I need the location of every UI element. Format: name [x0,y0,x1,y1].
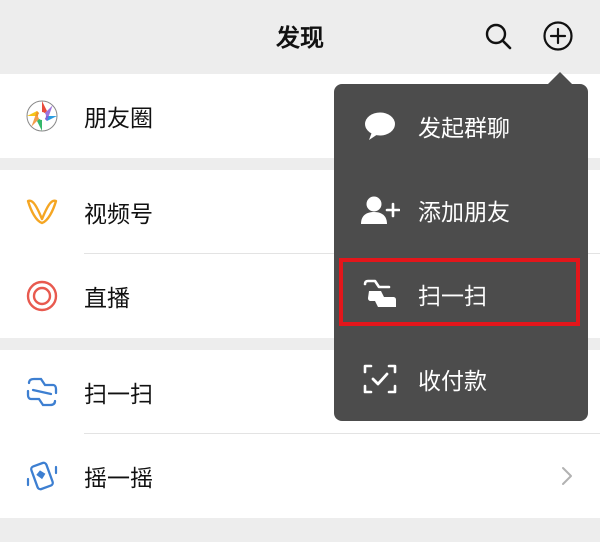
highlight-annotation [339,258,580,326]
popup-arrow [548,72,572,84]
menu-item-payment[interactable]: 收付款 [334,337,588,421]
menu-item-label: 添加朋友 [418,200,510,226]
list-item-label: 摇一摇 [84,466,153,492]
search-icon [485,23,512,50]
add-menu-button[interactable] [542,20,574,52]
scan-icon [24,374,60,410]
chevron-right-icon [562,467,572,485]
chat-bubble-icon [360,109,400,143]
live-icon [24,278,60,314]
plus-circle-icon [543,21,573,51]
top-bar: 发现 [0,0,600,74]
list-item-label: 扫一扫 [84,382,153,408]
list-item-label: 直播 [84,286,130,312]
payment-icon [360,362,400,396]
add-friend-icon [360,193,400,227]
list-item-label: 视频号 [84,202,153,228]
menu-item-label: 发起群聊 [418,116,510,142]
moments-icon [24,98,60,134]
shake-icon [24,458,60,494]
menu-item-add-friend[interactable]: 添加朋友 [334,168,588,252]
menu-item-label: 收付款 [418,369,487,395]
add-popup-menu: 发起群聊 添加朋友 扫一扫 收付款 [334,84,588,421]
channels-icon [24,194,60,230]
list-item-shake[interactable]: 摇一摇 [0,434,600,518]
menu-item-group-chat[interactable]: 发起群聊 [334,84,588,168]
search-button[interactable] [482,20,514,52]
list-item-label: 朋友圈 [84,106,153,132]
